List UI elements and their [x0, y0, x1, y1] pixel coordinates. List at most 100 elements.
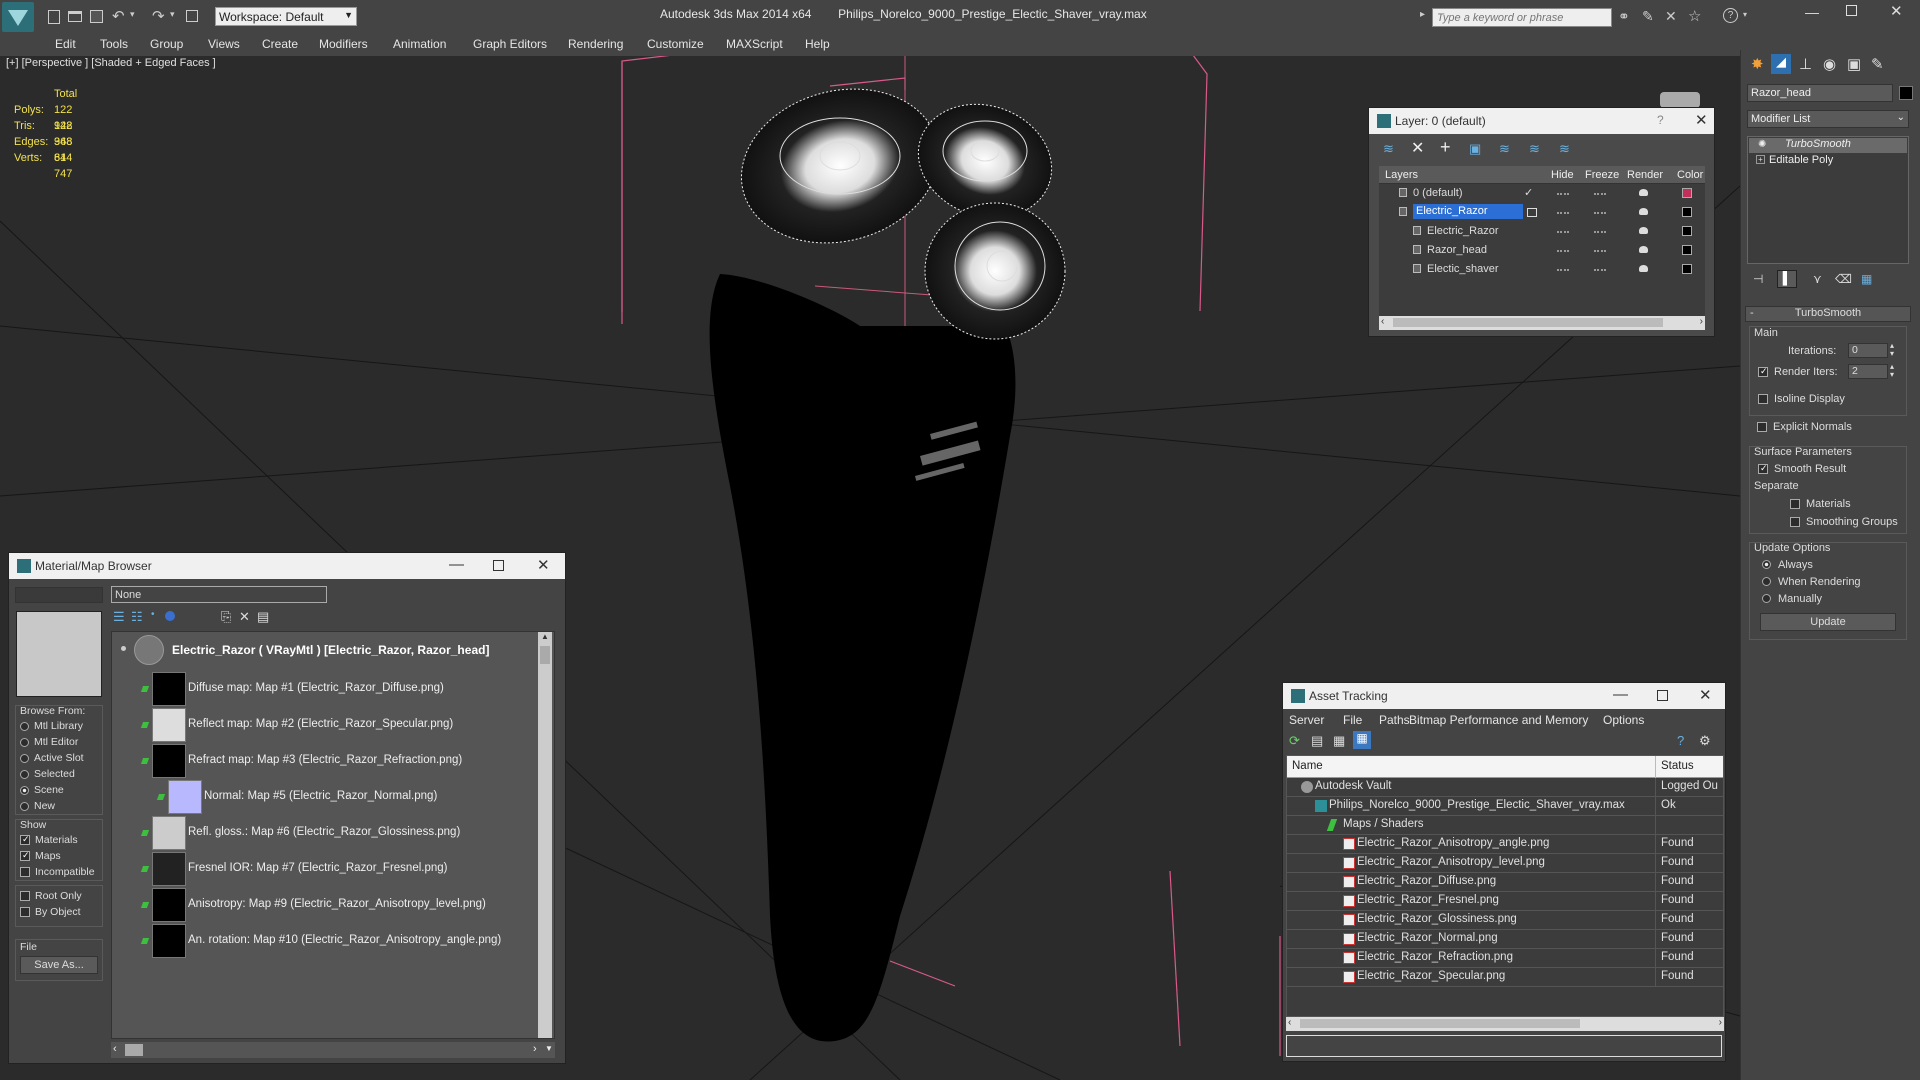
- layer-col-hide[interactable]: Hide: [1551, 169, 1574, 181]
- tree-hscrollbar[interactable]: ‹ › ▼: [111, 1042, 555, 1058]
- render-teapot-icon[interactable]: [1639, 208, 1648, 215]
- render-iters-checkbox[interactable]: [1758, 367, 1768, 377]
- menu-tools[interactable]: Tools: [100, 37, 128, 51]
- filter-checkbox[interactable]: [20, 891, 30, 902]
- layer-hscrollbar[interactable]: ‹ ›: [1379, 316, 1705, 330]
- asset-row[interactable]: Autodesk Vault Logged Ou: [1287, 778, 1723, 797]
- new-file-icon[interactable]: [48, 10, 60, 24]
- subscription-icon[interactable]: ✕: [1665, 8, 1677, 25]
- save-as-button[interactable]: Save As...: [20, 956, 98, 974]
- asset-tracking-titlebar[interactable]: Asset Tracking — ✕: [1283, 683, 1725, 709]
- root-material-label[interactable]: Electric_Razor ( VRayMtl ) [Electric_Raz…: [172, 643, 489, 657]
- render-teapot-icon[interactable]: [1639, 227, 1648, 234]
- make-unique-icon[interactable]: ⋎: [1813, 272, 1822, 286]
- map-row[interactable]: Fresnel IOR: Map #7 (Electric_Razor_Fres…: [112, 852, 532, 886]
- stack-item-editable-poly[interactable]: Editable Poly: [1749, 154, 1907, 169]
- detail-view-icon[interactable]: ☷: [131, 609, 143, 625]
- show-option[interactable]: Materials: [20, 834, 104, 849]
- help-icon[interactable]: ?: [1657, 113, 1664, 127]
- layer-col-render[interactable]: Render: [1627, 169, 1663, 181]
- browse-radio[interactable]: [20, 769, 29, 779]
- browse-radio[interactable]: [20, 753, 29, 763]
- scroll-left-icon[interactable]: ‹: [113, 1043, 117, 1055]
- menu-create[interactable]: Create: [262, 37, 298, 51]
- modifier-list-dropdown[interactable]: Modifier List ⌄: [1747, 110, 1909, 128]
- browse-radio[interactable]: [20, 721, 29, 731]
- viewcube[interactable]: [1660, 92, 1700, 108]
- render-iters-spinner[interactable]: 2: [1848, 364, 1888, 379]
- close-icon[interactable]: ✕: [537, 556, 550, 574]
- column-divider[interactable]: [1655, 756, 1656, 778]
- asset-tracking-window[interactable]: Asset Tracking — ✕ Server File Paths Bitmap…: [1282, 682, 1726, 1062]
- update-button[interactable]: Update: [1760, 613, 1896, 631]
- stack-item-turbosmooth[interactable]: TurboSmooth: [1749, 138, 1907, 153]
- show-checkbox[interactable]: [20, 867, 30, 878]
- map-row[interactable]: Reflect map: Map #2 (Electric_Razor_Spec…: [112, 708, 532, 742]
- tree-icon[interactable]: ▦: [1333, 733, 1345, 749]
- scroll-left-icon[interactable]: ‹: [1381, 316, 1384, 327]
- menu-rendering[interactable]: Rendering: [568, 37, 623, 51]
- layer-row[interactable]: Razor_head: [1379, 241, 1705, 260]
- viewport-label[interactable]: [+] [Perspective ] [Shaded + Edged Faces…: [6, 57, 216, 69]
- browse-radio[interactable]: [20, 801, 29, 811]
- search-input[interactable]: [1432, 8, 1612, 27]
- hide-toggle[interactable]: [1557, 250, 1569, 252]
- asset-col-name[interactable]: Name: [1292, 760, 1323, 772]
- layer-row[interactable]: 0 (default) ✓: [1379, 184, 1705, 203]
- configure-sets-icon[interactable]: ▦: [1861, 272, 1872, 286]
- current-layer-icon[interactable]: [1527, 208, 1537, 217]
- materials-checkbox[interactable]: [1790, 499, 1800, 509]
- scroll-up-icon[interactable]: ▲: [541, 632, 549, 641]
- scroll-right-icon[interactable]: ›: [533, 1043, 537, 1055]
- refresh-icon[interactable]: ⟳: [1289, 733, 1300, 749]
- menu-views[interactable]: Views: [208, 37, 240, 51]
- freeze-all-icon[interactable]: ≋: [1559, 141, 1570, 157]
- layer-color-swatch[interactable]: [1682, 207, 1692, 217]
- utilities-tab-icon[interactable]: ✎: [1871, 55, 1884, 73]
- active-checkmark[interactable]: ✓: [1524, 186, 1533, 199]
- filter-option[interactable]: By Object: [20, 906, 104, 921]
- menu-graph-editors[interactable]: Graph Editors: [473, 37, 547, 51]
- maximize-icon[interactable]: [493, 560, 504, 571]
- minimize-icon[interactable]: —: [1805, 4, 1819, 20]
- asset-row[interactable]: Electric_Razor_Anisotropy_angle.png Found: [1287, 835, 1723, 854]
- layer-color-swatch[interactable]: [1682, 226, 1692, 236]
- help-dropdown-icon[interactable]: ▾: [1743, 10, 1747, 19]
- mb-small-field[interactable]: [15, 587, 103, 603]
- browse-option[interactable]: Mtl Library: [20, 720, 100, 735]
- render-teapot-icon[interactable]: [1639, 246, 1648, 253]
- pick-icon[interactable]: ⎘: [221, 609, 231, 625]
- hide-toggle[interactable]: [1557, 212, 1569, 214]
- isoline-checkbox[interactable]: [1758, 394, 1768, 404]
- minimize-icon[interactable]: —: [449, 556, 464, 573]
- layer-col-color[interactable]: Color: [1677, 169, 1703, 181]
- asset-row[interactable]: Electric_Razor_Specular.png Found: [1287, 968, 1723, 987]
- menu-customize[interactable]: Customize: [647, 37, 704, 51]
- app-logo-icon[interactable]: [2, 2, 34, 32]
- expand-plus-icon[interactable]: +: [1756, 155, 1765, 164]
- layer-window-titlebar[interactable]: Layer: 0 (default) ? ✕: [1369, 108, 1714, 134]
- tree-vscrollbar[interactable]: ▲: [538, 632, 552, 1038]
- redo-dropdown-icon[interactable]: ▾: [170, 9, 175, 20]
- update-rendering-radio[interactable]: [1762, 577, 1771, 586]
- display-tab-icon[interactable]: ▣: [1847, 55, 1861, 73]
- asset-row[interactable]: Electric_Razor_Fresnel.png Found: [1287, 892, 1723, 911]
- menu-animation[interactable]: Animation: [393, 37, 446, 51]
- menu-help[interactable]: Help: [805, 37, 830, 51]
- layer-color-swatch[interactable]: [1682, 188, 1692, 198]
- update-manually-radio[interactable]: [1762, 594, 1771, 603]
- asset-row[interactable]: Electric_Razor_Normal.png Found: [1287, 930, 1723, 949]
- browse-option[interactable]: Active Slot: [20, 752, 100, 767]
- filter-checkbox[interactable]: [20, 907, 30, 918]
- menu-edit[interactable]: Edit: [55, 37, 76, 51]
- layer-row[interactable]: Electic_shaver: [1379, 260, 1705, 279]
- map-row[interactable]: Refl. gloss.: Map #6 (Electric_Razor_Glo…: [112, 816, 532, 850]
- iterations-spinner[interactable]: 0: [1848, 343, 1888, 358]
- minimize-icon[interactable]: —: [1613, 686, 1628, 703]
- menu-modifiers[interactable]: Modifiers: [319, 37, 368, 51]
- scroll-thumb[interactable]: [540, 646, 550, 664]
- sphere-icon[interactable]: [165, 611, 175, 621]
- dot-view-icon[interactable]: •: [151, 609, 155, 620]
- asset-row[interactable]: Electric_Razor_Anisotropy_level.png Found: [1287, 854, 1723, 873]
- freeze-toggle[interactable]: [1594, 250, 1606, 252]
